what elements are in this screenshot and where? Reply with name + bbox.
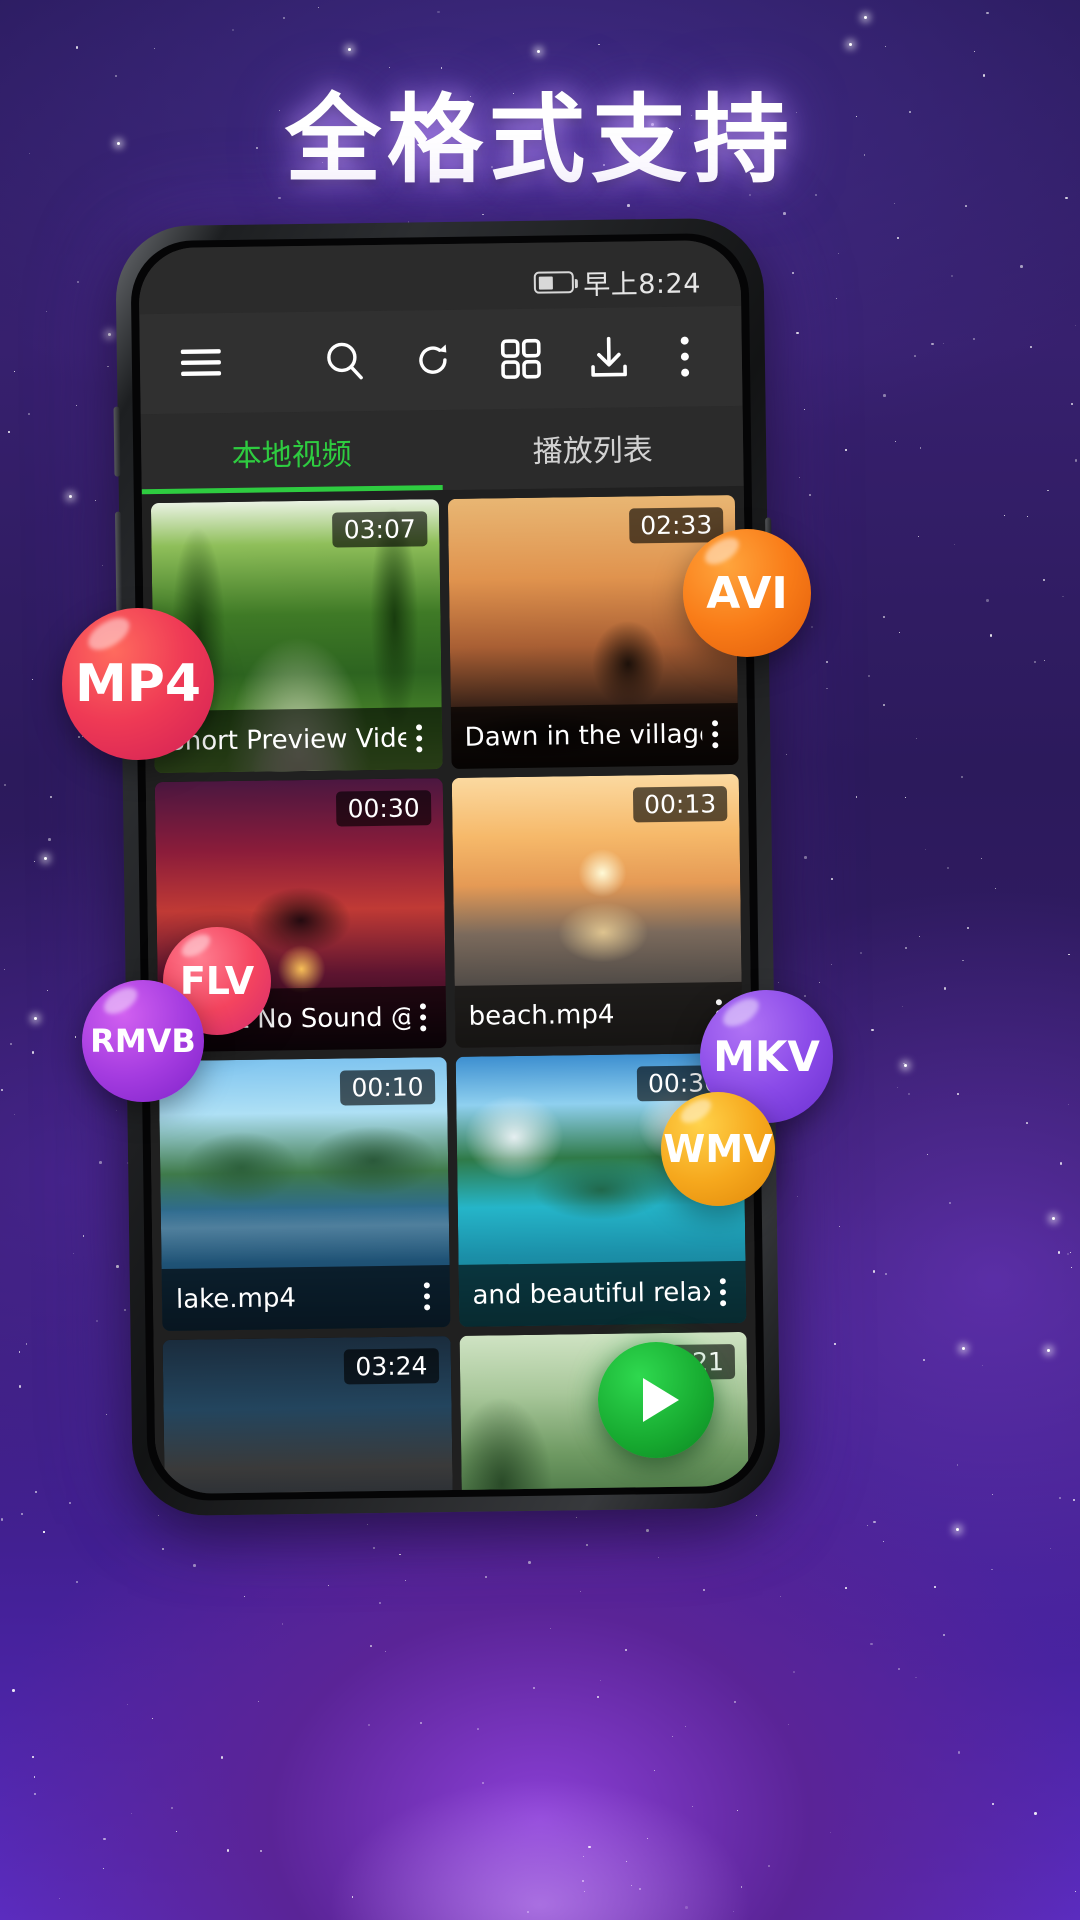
search-icon[interactable] xyxy=(318,334,373,389)
format-bubble-label: MP4 xyxy=(74,654,202,714)
video-more-icon[interactable] xyxy=(413,1282,443,1311)
video-tile[interactable]: 02:33 Dawn in the village.mp4 xyxy=(447,494,739,769)
refresh-icon[interactable] xyxy=(406,333,461,388)
format-bubble-label: FLV xyxy=(179,959,255,1003)
video-duration: 00:10 xyxy=(340,1069,435,1106)
video-caption: and beautiful relaxing m xyxy=(458,1260,747,1327)
format-bubble-label: MKV xyxy=(713,1032,820,1081)
play-icon xyxy=(643,1378,679,1422)
video-tile[interactable]: 00:13 beach.mp4 xyxy=(451,773,743,1048)
tab-bar: 本地视频 播放列表 xyxy=(140,405,744,495)
download-icon[interactable] xyxy=(582,330,637,385)
phone-mockup: 早上8:24 本地视频 播放列表 03:07 Short Preview Vid… xyxy=(113,217,781,1517)
video-caption: Dawn in the village.mp4 xyxy=(450,702,739,769)
format-bubble-label: AVI xyxy=(706,567,788,619)
phone-bezel: 早上8:24 本地视频 播放列表 03:07 Short Preview Vid… xyxy=(130,232,766,1502)
phone-screen: 早上8:24 本地视频 播放列表 03:07 Short Preview Vid… xyxy=(138,239,758,1495)
video-more-icon[interactable] xyxy=(406,724,436,753)
more-icon[interactable] xyxy=(658,329,713,384)
video-tile[interactable]: 00:10 lake.mp4 xyxy=(158,1057,450,1332)
video-more-icon[interactable] xyxy=(710,1278,740,1307)
video-duration: 02:33 xyxy=(628,507,724,544)
battery-icon xyxy=(534,271,575,294)
video-tile[interactable]: 03:24k drone video of the cra xyxy=(162,1336,454,1495)
format-bubble-mp4: MP4 xyxy=(62,608,214,760)
video-title: Dawn in the village.mp4 xyxy=(464,719,703,753)
video-title: Short Preview Video xyxy=(168,723,406,757)
status-bar: 早上8:24 xyxy=(138,239,742,315)
video-duration: 03:24 xyxy=(344,1348,439,1385)
video-caption: lake.mp4 xyxy=(161,1265,450,1332)
video-more-icon[interactable] xyxy=(409,1003,439,1032)
video-duration: 03:07 xyxy=(332,511,428,548)
video-title: and beautiful relaxing m xyxy=(472,1277,711,1311)
status-time: 早上8:24 xyxy=(583,267,702,301)
grid-view-icon[interactable] xyxy=(494,332,549,387)
play-fab[interactable] xyxy=(598,1342,714,1458)
video-duration: 00:13 xyxy=(632,786,728,823)
page-title: 全格式支持 xyxy=(285,84,795,196)
app-toolbar xyxy=(139,305,743,415)
video-title: beach.mp4 xyxy=(468,999,615,1032)
format-bubble-label: WMV xyxy=(663,1127,773,1171)
tab-local-videos[interactable]: 本地视频 xyxy=(141,410,443,494)
video-caption: beach.mp4 xyxy=(454,981,743,1048)
tab-playlist[interactable]: 播放列表 xyxy=(442,406,744,490)
format-bubble-label: RMVB xyxy=(90,1022,196,1060)
phone-volume-button xyxy=(113,406,121,477)
format-bubble-wmv: WMV xyxy=(661,1092,775,1206)
video-more-icon[interactable] xyxy=(702,720,732,749)
video-duration: 00:30 xyxy=(336,790,431,827)
menu-icon[interactable] xyxy=(174,336,229,391)
video-title: lake.mp4 xyxy=(175,1283,297,1315)
format-bubble-avi: AVI xyxy=(683,529,811,657)
